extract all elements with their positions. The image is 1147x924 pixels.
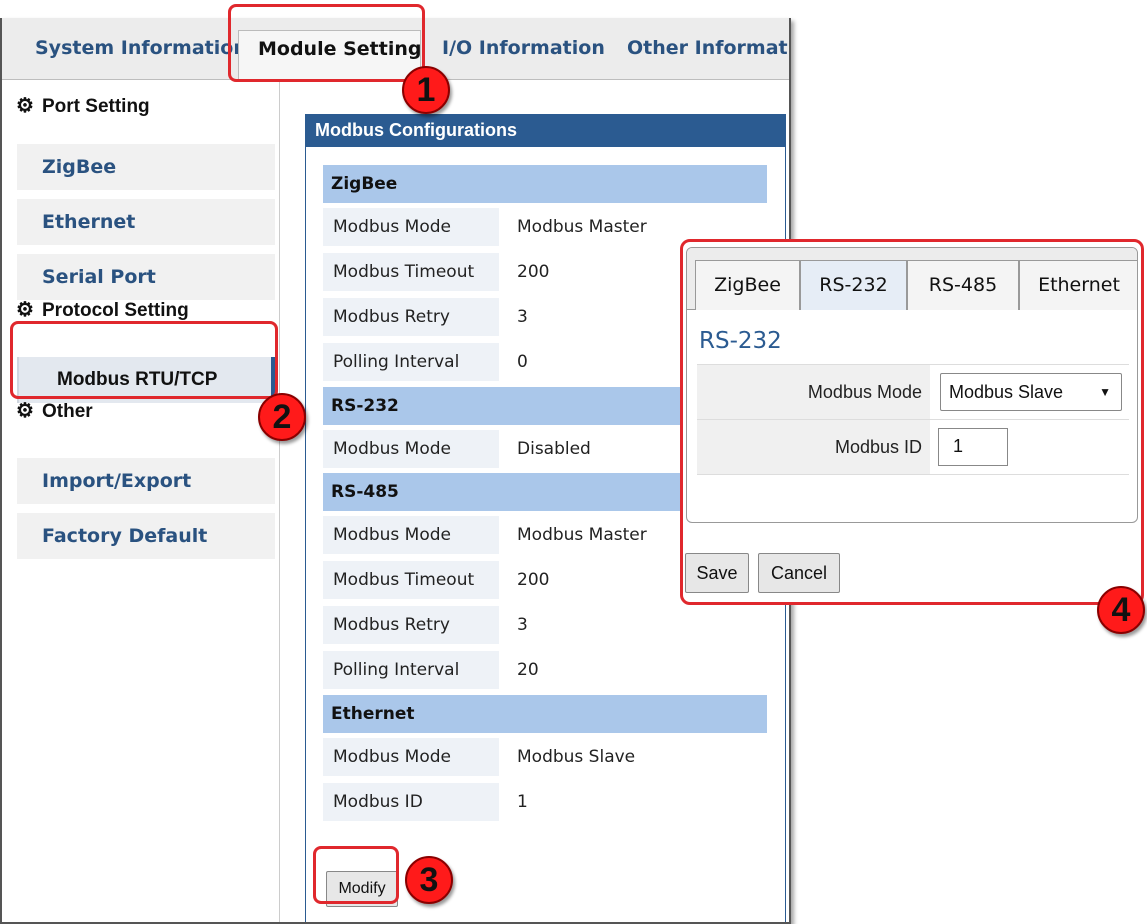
modbus-id-input[interactable]: 1 bbox=[938, 428, 1008, 466]
sidebar-item-serial-port[interactable]: Serial Port bbox=[17, 254, 275, 300]
sidebar-item-ethernet[interactable]: Ethernet bbox=[17, 199, 275, 245]
modify-dialog-body: ZigBee RS-232 RS-485 Ethernet RS-232 Mod… bbox=[686, 247, 1138, 523]
modbus-mode-select[interactable]: Modbus Slave ▼ bbox=[940, 373, 1122, 411]
dialog-section-title: RS-232 bbox=[699, 328, 782, 354]
modbus-id-field: 1 bbox=[930, 419, 1129, 473]
row-label: Modbus Mode bbox=[323, 516, 499, 554]
row-value: Disabled bbox=[517, 439, 591, 459]
dialog-tab-rs485[interactable]: RS-485 bbox=[907, 260, 1019, 310]
modbus-mode-selected: Modbus Slave bbox=[949, 382, 1064, 402]
modbus-mode-field: Modbus Slave ▼ bbox=[930, 364, 1129, 418]
dialog-tab-bar: ZigBee RS-232 RS-485 Ethernet bbox=[687, 248, 1137, 310]
protocol-setting-heading: ⚙ Protocol Setting bbox=[16, 296, 189, 324]
gear-icon: ⚙ bbox=[16, 95, 34, 117]
row-value: 3 bbox=[517, 307, 528, 327]
row-label: Modbus Timeout bbox=[323, 253, 499, 291]
dialog-tab-rs232[interactable]: RS-232 bbox=[800, 260, 907, 310]
other-heading: ⚙ Other bbox=[16, 397, 93, 425]
dialog-tab-ethernet[interactable]: Ethernet bbox=[1019, 260, 1137, 310]
step-badge: 2 bbox=[258, 393, 306, 441]
step-badge: 1 bbox=[402, 66, 450, 114]
sidebar-item-zigbee[interactable]: ZigBee bbox=[17, 144, 275, 190]
row-label: Modbus Retry bbox=[323, 606, 499, 644]
group-ethernet: Ethernet bbox=[323, 695, 767, 733]
row-value: 200 bbox=[517, 262, 550, 282]
port-setting-heading: ⚙ Port Setting bbox=[16, 92, 150, 120]
panel-title: Modbus Configurations bbox=[306, 115, 785, 147]
modbus-mode-label: Modbus Mode bbox=[697, 365, 930, 419]
row-label: Modbus Mode bbox=[323, 738, 499, 776]
row-label: Polling Interval bbox=[323, 343, 499, 381]
dialog-tab-zigbee[interactable]: ZigBee bbox=[695, 260, 800, 310]
tab-io-information[interactable]: I/O Information bbox=[442, 30, 605, 80]
step-badge: 3 bbox=[405, 856, 453, 904]
modify-button[interactable]: Modify bbox=[326, 871, 398, 907]
gear-icon: ⚙ bbox=[16, 299, 34, 321]
group-zigbee: ZigBee bbox=[323, 165, 767, 203]
row-value: 200 bbox=[517, 570, 550, 590]
row-label: Modbus Mode bbox=[323, 430, 499, 468]
row-label: Modbus ID bbox=[323, 783, 499, 821]
sidebar-divider bbox=[279, 80, 280, 922]
row-label: Polling Interval bbox=[323, 651, 499, 689]
gear-icon: ⚙ bbox=[16, 400, 34, 422]
row-value: Modbus Master bbox=[517, 525, 647, 545]
sidebar: ⚙ Port Setting ZigBee Ethernet Serial Por… bbox=[2, 80, 277, 922]
row-value: 1 bbox=[517, 792, 528, 812]
tab-module-setting[interactable]: Module Setting bbox=[238, 30, 421, 81]
top-tab-bar: System Information Module Setting I/O In… bbox=[2, 18, 789, 81]
main-window: System Information Module Setting I/O In… bbox=[0, 18, 791, 924]
tab-system-information[interactable]: System Information bbox=[35, 30, 247, 80]
step-badge: 4 bbox=[1097, 586, 1145, 634]
modbus-id-label: Modbus ID bbox=[697, 420, 930, 474]
sidebar-item-factory-default[interactable]: Factory Default bbox=[17, 513, 275, 559]
save-button[interactable]: Save bbox=[685, 553, 749, 593]
chevron-down-icon: ▼ bbox=[1099, 385, 1111, 399]
row-value: 3 bbox=[517, 615, 528, 635]
row-value: 20 bbox=[517, 660, 539, 680]
sidebar-item-import-export[interactable]: Import/Export bbox=[17, 458, 275, 504]
row-value: 0 bbox=[517, 352, 528, 372]
form-divider bbox=[697, 474, 1129, 475]
modify-dialog: ZigBee RS-232 RS-485 Ethernet RS-232 Mod… bbox=[680, 239, 1144, 605]
row-label: Modbus Timeout bbox=[323, 561, 499, 599]
row-value: Modbus Slave bbox=[517, 747, 636, 767]
row-label: Modbus Retry bbox=[323, 298, 499, 336]
row-label: Modbus Mode bbox=[323, 208, 499, 246]
cancel-button[interactable]: Cancel bbox=[758, 553, 840, 593]
row-value: Modbus Master bbox=[517, 217, 647, 237]
tab-other-information[interactable]: Other Information bbox=[627, 30, 789, 80]
